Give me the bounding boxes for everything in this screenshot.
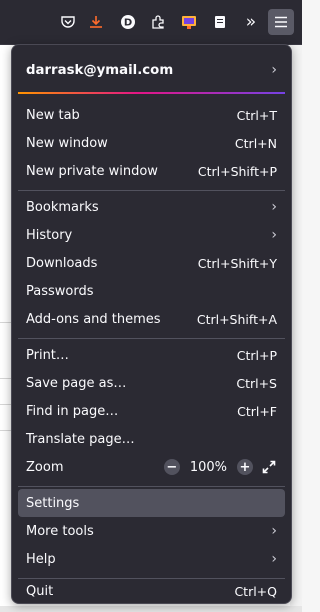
menu-separator bbox=[18, 578, 285, 579]
menu-item-downloads[interactable]: Downloads Ctrl+Shift+Y bbox=[18, 249, 285, 277]
shortcut-label: Ctrl+N bbox=[234, 135, 277, 151]
fullscreen-icon[interactable] bbox=[261, 459, 277, 475]
shortcut-label: Ctrl+Q bbox=[234, 583, 277, 599]
zoom-controls: − 100% + bbox=[163, 459, 277, 475]
menu-item-passwords[interactable]: Passwords bbox=[18, 277, 285, 305]
extensions-icon[interactable] bbox=[145, 9, 171, 35]
app-menu-panel: darrask@ymail.com › New tab Ctrl+T New w… bbox=[11, 44, 292, 604]
pocket-icon[interactable] bbox=[55, 9, 81, 35]
menu-item-settings[interactable]: Settings bbox=[18, 489, 285, 517]
screenshot-icon[interactable] bbox=[176, 9, 202, 35]
menu-item-bookmarks[interactable]: Bookmarks › bbox=[18, 193, 285, 221]
menu-item-label: Save page as… bbox=[26, 375, 127, 391]
menu-item-label: Downloads bbox=[26, 255, 98, 271]
chevron-right-icon: › bbox=[271, 551, 277, 567]
account-row[interactable]: darrask@ymail.com › bbox=[18, 53, 285, 87]
shortcut-label: Ctrl+F bbox=[237, 403, 277, 419]
menu-item-label: Zoom bbox=[26, 459, 64, 475]
profile-icon[interactable]: D bbox=[115, 9, 141, 35]
menu-item-label: Add-ons and themes bbox=[26, 311, 161, 327]
zoom-out-button[interactable]: − bbox=[163, 459, 180, 475]
menu-item-more-tools[interactable]: More tools › bbox=[18, 517, 285, 545]
shortcut-label: Ctrl+T bbox=[236, 107, 277, 123]
menu-item-new-private-window[interactable]: New private window Ctrl+Shift+P bbox=[18, 157, 285, 185]
menu-item-new-tab[interactable]: New tab Ctrl+T bbox=[18, 101, 285, 129]
account-gradient-divider bbox=[18, 92, 285, 94]
chevron-right-icon: › bbox=[271, 199, 277, 215]
menu-item-addons-and-themes[interactable]: Add-ons and themes Ctrl+Shift+A bbox=[18, 305, 285, 333]
menu-item-label: Find in page… bbox=[26, 403, 119, 419]
shortcut-label: Ctrl+Shift+Y bbox=[197, 255, 277, 271]
menu-item-label: Settings bbox=[26, 495, 80, 511]
chevron-right-icon: › bbox=[271, 227, 277, 243]
window-bottom-edge bbox=[0, 606, 302, 612]
menu-item-label: Quit bbox=[26, 583, 54, 599]
shortcut-label: Ctrl+Shift+P bbox=[197, 163, 277, 179]
menu-item-label: Passwords bbox=[26, 283, 94, 299]
hamburger-menu-icon[interactable] bbox=[268, 9, 294, 35]
menu-item-history[interactable]: History › bbox=[18, 221, 285, 249]
menu-item-label: More tools bbox=[26, 523, 94, 539]
account-email: darrask@ymail.com bbox=[26, 62, 174, 78]
menu-item-quit[interactable]: Quit Ctrl+Q bbox=[18, 581, 285, 601]
menu-item-label: New window bbox=[26, 135, 108, 151]
menu-separator bbox=[18, 190, 285, 191]
chevron-right-icon: › bbox=[271, 62, 277, 78]
zoom-reset-button[interactable]: 100% bbox=[188, 460, 229, 475]
overflow-icon[interactable]: » bbox=[238, 9, 264, 35]
profile-letter: D bbox=[124, 18, 132, 29]
menu-item-label: History bbox=[26, 227, 73, 243]
shortcut-label: Ctrl+P bbox=[236, 347, 277, 363]
download-icon[interactable] bbox=[83, 9, 109, 35]
menu-item-label: Print… bbox=[26, 347, 69, 363]
menu-separator bbox=[18, 338, 285, 339]
menu-item-find-in-page[interactable]: Find in page… Ctrl+F bbox=[18, 397, 285, 425]
browser-toolbar: D » bbox=[0, 0, 302, 45]
menu-item-label: Help bbox=[26, 551, 56, 567]
menu-separator bbox=[18, 486, 285, 487]
zoom-in-button[interactable]: + bbox=[237, 459, 253, 475]
menu-item-label: Translate page… bbox=[26, 431, 135, 447]
shortcut-label: Ctrl+Shift+A bbox=[196, 311, 277, 327]
overflow-glyph: » bbox=[245, 11, 257, 32]
menu-item-zoom: Zoom − 100% + bbox=[18, 453, 285, 481]
shortcut-label: Ctrl+S bbox=[236, 375, 277, 391]
chevron-right-icon: › bbox=[271, 523, 277, 539]
menu-item-label: New private window bbox=[26, 163, 158, 179]
menu-item-label: New tab bbox=[26, 107, 80, 123]
menu-item-translate-page[interactable]: Translate page… bbox=[18, 425, 285, 453]
menu-item-new-window[interactable]: New window Ctrl+N bbox=[18, 129, 285, 157]
reader-icon[interactable] bbox=[207, 9, 233, 35]
menu-item-save-page-as[interactable]: Save page as… Ctrl+S bbox=[18, 369, 285, 397]
menu-item-label: Bookmarks bbox=[26, 199, 99, 215]
menu-item-print[interactable]: Print… Ctrl+P bbox=[18, 341, 285, 369]
menu-item-help[interactable]: Help › bbox=[18, 545, 285, 573]
